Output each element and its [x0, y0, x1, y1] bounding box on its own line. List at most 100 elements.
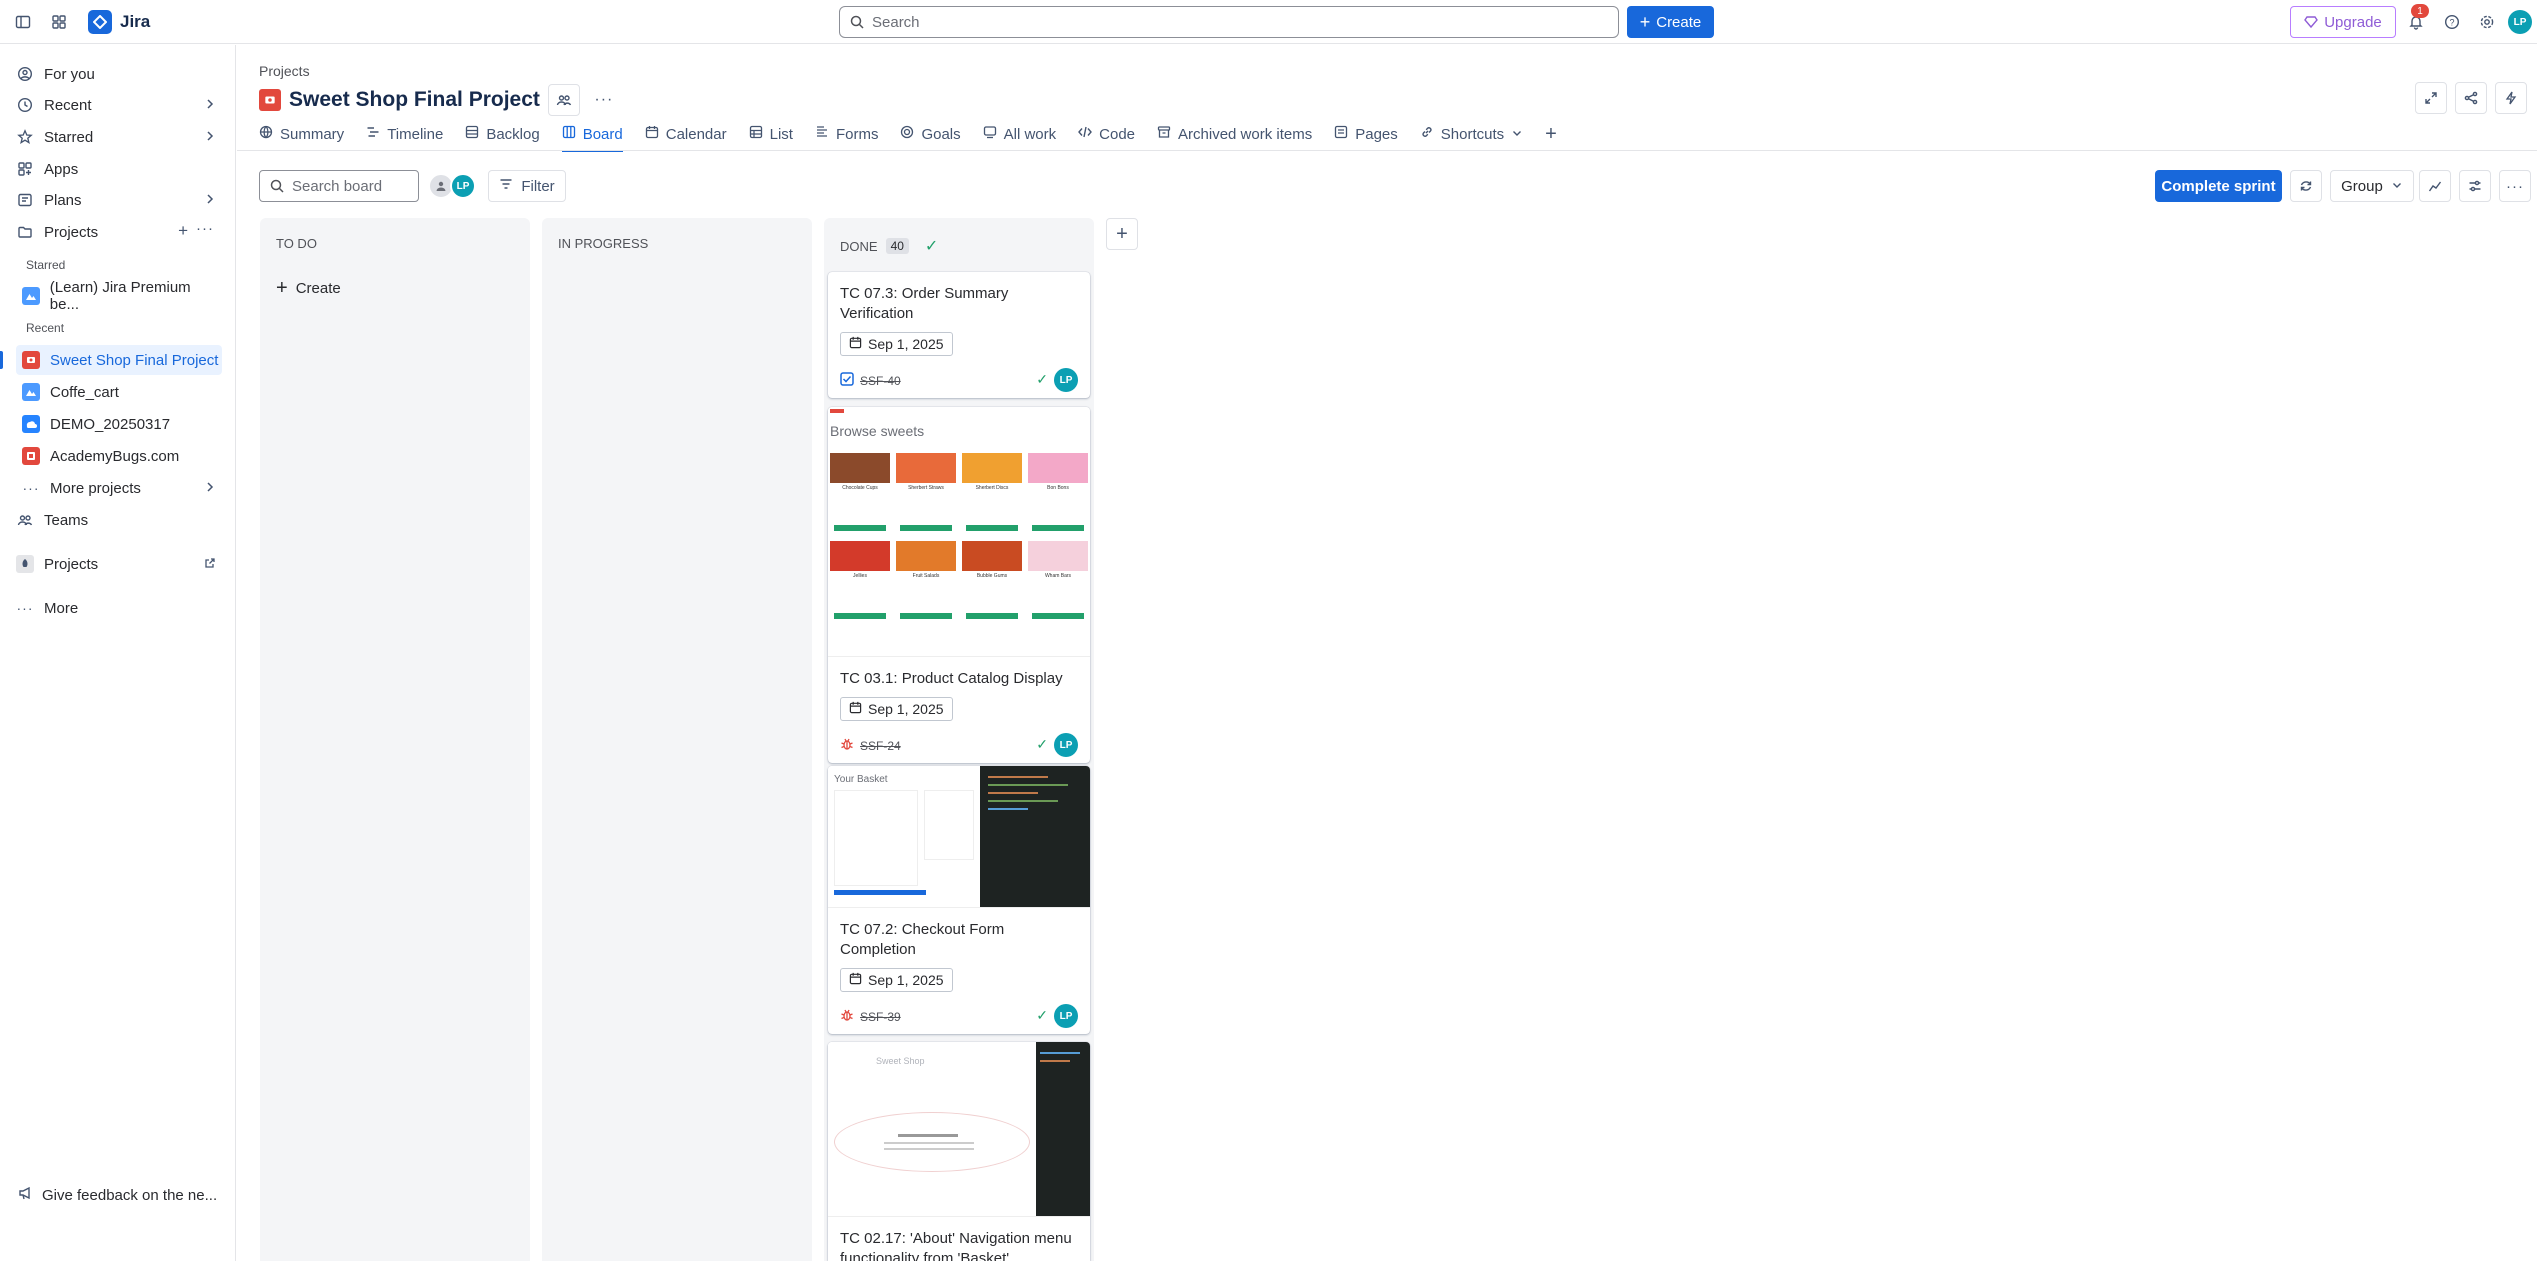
- tab-label: Summary: [280, 125, 345, 143]
- view-settings-icon[interactable]: [2459, 170, 2491, 202]
- sidebar-recent-project-demo[interactable]: DEMO_20250317: [16, 409, 222, 439]
- insights-chart-icon[interactable]: [2419, 170, 2451, 202]
- column-todo: TO DO + Create: [260, 218, 530, 1261]
- add-column-button[interactable]: +: [1106, 218, 1138, 250]
- app-switcher-icon[interactable]: [44, 8, 74, 36]
- sidebar-more-projects[interactable]: ··· More projects: [16, 473, 222, 503]
- tab-forms[interactable]: Forms: [815, 120, 878, 148]
- product-add-button: [966, 525, 1018, 531]
- assignee-avatar[interactable]: LP: [1054, 1004, 1078, 1028]
- board-more-icon[interactable]: ···: [2499, 170, 2531, 202]
- product-add-button: [1032, 613, 1084, 619]
- issue-card[interactable]: Your Basket TC 07.2: Checkout Form Compl…: [828, 766, 1090, 1034]
- sidebar-item-projects[interactable]: Projects + ···: [10, 217, 222, 247]
- product-name: Fruit Salads: [912, 573, 940, 579]
- tab-pages[interactable]: Pages: [1334, 120, 1398, 148]
- tab-all-work[interactable]: All work: [983, 120, 1056, 148]
- bug-icon: [840, 737, 854, 754]
- board-search-input[interactable]: Search board: [259, 170, 419, 202]
- issue-key-label: SSF-39: [860, 1009, 901, 1024]
- sprint-refresh-icon[interactable]: [2290, 170, 2322, 202]
- fullscreen-icon[interactable]: [2415, 82, 2447, 114]
- sidebar-item-plans[interactable]: Plans: [10, 185, 222, 215]
- tab-goals[interactable]: Goals: [900, 120, 961, 148]
- tab-archived-work-items[interactable]: Archived work items: [1157, 120, 1312, 148]
- add-tab-plus-icon[interactable]: +: [1545, 120, 1557, 148]
- card-title: TC 07.3: Order Summary Verification: [840, 285, 1009, 322]
- notifications-count-badge: 1: [2411, 4, 2429, 18]
- breadcrumb[interactable]: Projects: [259, 63, 310, 79]
- list-icon: [749, 125, 763, 143]
- tab-summary[interactable]: Summary: [259, 120, 344, 148]
- tab-timeline[interactable]: Timeline: [366, 120, 443, 148]
- sidebar-toggle-icon[interactable]: [8, 8, 38, 36]
- global-search-input[interactable]: Search: [839, 6, 1619, 38]
- sidebar-starred-project[interactable]: (Learn) Jira Premium be...: [16, 279, 222, 313]
- issue-key[interactable]: SSF-39: [840, 1008, 901, 1025]
- sidebar-item-recent[interactable]: Recent: [10, 90, 222, 120]
- forms-icon: [815, 125, 829, 143]
- pages-icon: [1334, 125, 1348, 143]
- settings-gear-icon[interactable]: [2472, 8, 2502, 36]
- sidebar-item-starred[interactable]: Starred: [10, 122, 222, 152]
- sidebar-item-projects-app[interactable]: Projects: [10, 549, 222, 579]
- issue-key-label: SSF-40: [860, 373, 901, 388]
- product-add-button: [1032, 525, 1084, 531]
- sidebar-item-more[interactable]: ··· More: [10, 593, 222, 623]
- goals-target-icon: [900, 125, 914, 143]
- board-icon: [562, 125, 576, 143]
- project-avatar-icon: [259, 89, 281, 111]
- sidebar-recent-project-coffe-cart[interactable]: Coffe_cart: [16, 377, 222, 407]
- sidebar-item-for-you[interactable]: For you: [10, 59, 222, 89]
- project-tabs: Summary Timeline Backlog Board Calendar …: [259, 120, 1557, 152]
- issue-key[interactable]: SSF-24: [840, 737, 901, 754]
- automation-lightning-icon[interactable]: [2495, 82, 2527, 114]
- due-date-chip: Sep 1, 2025: [840, 332, 953, 356]
- group-dropdown[interactable]: Group: [2330, 170, 2414, 202]
- task-checkbox-icon: [840, 372, 854, 389]
- assignee-avatar[interactable]: LP: [1054, 733, 1078, 757]
- product-tile: Bon Bons: [1028, 453, 1088, 535]
- sidebar-item-label: For you: [44, 65, 95, 83]
- create-button[interactable]: + Create: [1627, 6, 1714, 38]
- tab-code[interactable]: Code: [1078, 120, 1135, 148]
- give-feedback-link[interactable]: Give feedback on the ne...: [18, 1185, 217, 1205]
- external-link-icon: [204, 556, 216, 573]
- product-tile: Chocolate Cups: [830, 453, 890, 535]
- upgrade-button[interactable]: Upgrade: [2290, 6, 2396, 38]
- share-icon[interactable]: [2455, 82, 2487, 114]
- assignee-avatar[interactable]: LP: [1054, 368, 1078, 392]
- assignee-avatar[interactable]: LP: [450, 173, 476, 199]
- product-name: Bubble Gums: [976, 573, 1008, 579]
- project-more-icon[interactable]: ···: [588, 84, 620, 116]
- user-avatar[interactable]: LP: [2508, 10, 2532, 34]
- product-add-button: [966, 613, 1018, 619]
- issue-card[interactable]: TC 07.3: Order Summary Verification Sep …: [828, 272, 1090, 398]
- create-issue-button[interactable]: + Create: [276, 278, 341, 298]
- sidebar-recent-project-academybugs[interactable]: AcademyBugs.com: [16, 441, 222, 471]
- tab-backlog[interactable]: Backlog: [465, 120, 540, 148]
- jira-logo[interactable]: Jira: [88, 10, 150, 34]
- tab-calendar[interactable]: Calendar: [645, 120, 727, 148]
- sidebar-item-apps[interactable]: Apps: [10, 154, 222, 184]
- tab-board[interactable]: Board: [561, 120, 623, 152]
- complete-sprint-button[interactable]: Complete sprint: [2155, 170, 2282, 202]
- tab-shortcuts[interactable]: Shortcuts: [1420, 120, 1523, 148]
- issue-card[interactable]: Browse sweets Chocolate Cups Sherbert Str…: [828, 407, 1090, 763]
- recent-section-label: Recent: [26, 321, 65, 335]
- more-actions-icon[interactable]: ···: [196, 220, 214, 237]
- filter-button[interactable]: Filter: [488, 170, 566, 202]
- card-title: TC 03.1: Product Catalog Display: [840, 670, 1063, 687]
- issue-key[interactable]: SSF-40: [840, 372, 901, 389]
- team-members-icon[interactable]: [547, 84, 580, 116]
- sidebar: For you Recent Starred Apps Plans Projec…: [0, 45, 236, 1261]
- sidebar-recent-project-sweet-shop[interactable]: Sweet Shop Final Project: [0, 345, 222, 375]
- issue-card[interactable]: Sweet Shop TC 02.17: 'About' Navigation …: [828, 1042, 1090, 1261]
- globe-icon: [259, 125, 273, 143]
- due-date: Sep 1, 2025: [868, 701, 944, 717]
- help-icon[interactable]: ?: [2437, 8, 2467, 36]
- sidebar-item-teams[interactable]: Teams: [10, 505, 222, 535]
- due-date: Sep 1, 2025: [868, 972, 944, 988]
- add-project-icon[interactable]: +: [178, 221, 188, 241]
- tab-list[interactable]: List: [749, 120, 793, 148]
